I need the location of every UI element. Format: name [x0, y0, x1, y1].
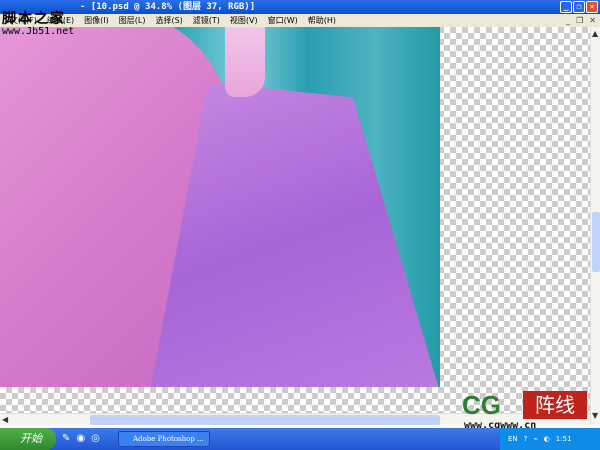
scroll-left-icon[interactable]: ◀ — [2, 415, 8, 424]
photo-image — [0, 27, 440, 387]
quick-launch-icon[interactable]: ✎ — [62, 433, 70, 444]
scroll-up-icon[interactable]: ▲ — [592, 29, 598, 38]
vertical-scrollbar[interactable]: ▲ ▼ — [590, 27, 600, 425]
doc-maximize-button[interactable]: ❐ — [576, 14, 583, 27]
menu-layer[interactable]: 图层(L) — [119, 14, 146, 27]
help-icon[interactable]: ? — [524, 435, 528, 443]
window-title: - [10.psd @ 34.8% (图层 37, RGB)] — [80, 2, 256, 12]
scroll-down-icon[interactable]: ▼ — [592, 411, 598, 420]
menu-bar: 文件(F) 编辑(E) 图像(I) 图层(L) 选择(S) 滤镜(T) 视图(V… — [0, 14, 600, 27]
media-icon[interactable]: ◎ — [91, 433, 100, 444]
watermark-site-name: 脚本之家 — [2, 11, 66, 27]
taskbar-photoshop[interactable]: Adobe Photoshop ... — [118, 431, 210, 447]
menu-help[interactable]: 帮助(H) — [308, 14, 336, 27]
title-bar: - [10.psd @ 34.8% (图层 37, RGB)] _ ❐ ✕ — [0, 0, 600, 14]
network-icon[interactable]: ⌁ — [533, 435, 537, 443]
menu-view[interactable]: 视图(V) — [230, 14, 258, 27]
maximize-button[interactable]: ❐ — [573, 1, 585, 13]
doc-minimize-button[interactable]: _ — [566, 14, 570, 27]
quick-launch: ✎ ◉ ◎ — [62, 433, 100, 444]
menu-filter[interactable]: 滤镜(T) — [193, 14, 220, 27]
menu-select[interactable]: 选择(S) — [155, 14, 182, 27]
logo-red-text: 阵线 — [523, 391, 587, 419]
taskbar: 开始 ✎ ◉ ◎ Adobe Photoshop ... EN ? ⌁ ◐ 1:… — [0, 428, 600, 450]
gloved-hand — [225, 27, 265, 97]
menu-image[interactable]: 图像(I) — [84, 14, 109, 27]
menu-window[interactable]: 窗口(W) — [268, 14, 298, 27]
horizontal-scroll-thumb[interactable] — [90, 415, 440, 425]
ie-icon[interactable]: ◉ — [76, 433, 85, 444]
language-indicator[interactable]: EN — [508, 435, 518, 443]
system-tray: EN ? ⌁ ◐ 1:51 — [500, 428, 600, 450]
close-button[interactable]: ✕ — [586, 1, 598, 13]
start-button[interactable]: 开始 — [0, 428, 56, 450]
logo-cg: CG — [462, 390, 501, 420]
watermark-site-url: www.Jb51.net — [2, 26, 75, 37]
doc-close-button[interactable]: ✕ — [589, 14, 596, 27]
document-canvas[interactable] — [0, 27, 590, 413]
vertical-scroll-thumb[interactable] — [592, 212, 600, 272]
volume-icon[interactable]: ◐ — [544, 435, 550, 443]
clock: 1:51 — [555, 435, 572, 443]
minimize-button[interactable]: _ — [560, 1, 572, 13]
